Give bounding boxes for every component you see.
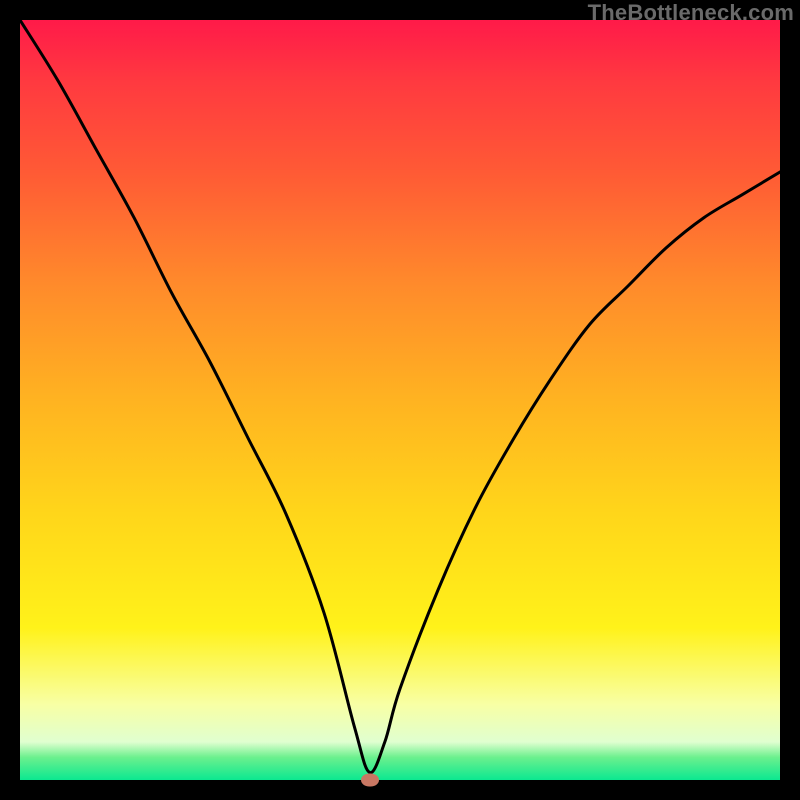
watermark-text: TheBottleneck.com [588, 0, 794, 26]
minimum-marker [361, 774, 379, 787]
chart-frame: TheBottleneck.com [0, 0, 800, 800]
bottleneck-curve [20, 20, 780, 780]
plot-area [20, 20, 780, 780]
